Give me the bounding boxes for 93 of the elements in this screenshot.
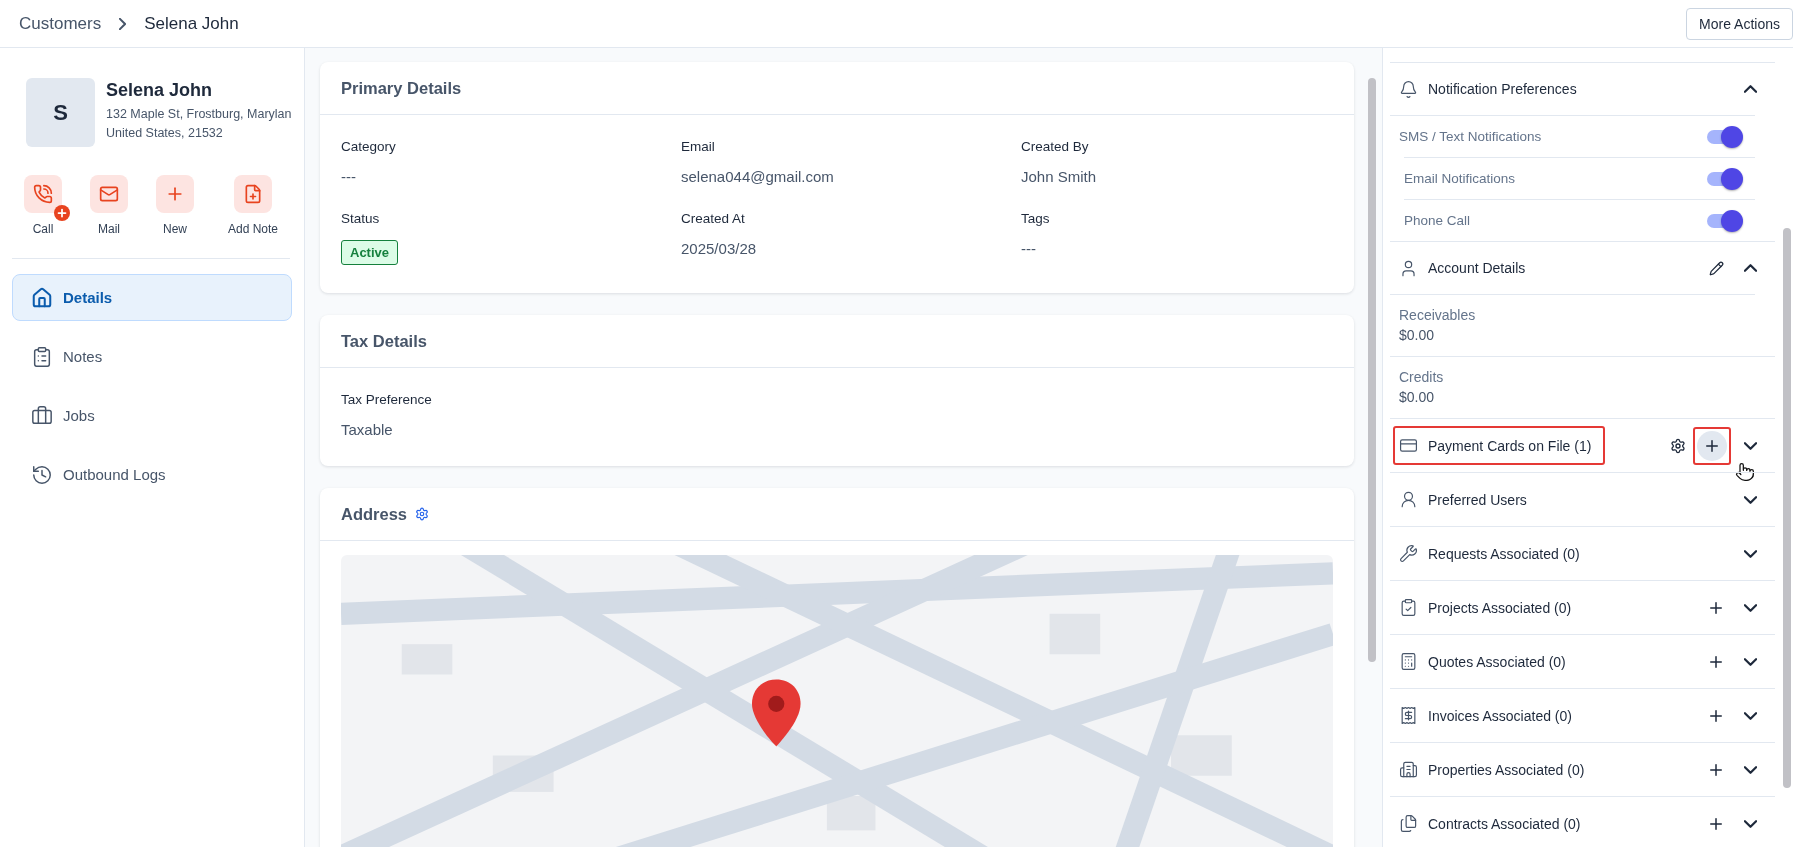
card-title: Tax Details	[341, 331, 427, 351]
section-title: Preferred Users	[1428, 491, 1527, 508]
chevron-down-icon	[1743, 657, 1757, 666]
section-title: Invoices Associated (0)	[1428, 707, 1572, 724]
building-icon	[1399, 760, 1418, 779]
credit-card-icon	[1399, 436, 1418, 455]
field-value: John Smith	[1021, 168, 1097, 185]
chevron-up-icon	[1743, 264, 1757, 272]
action-label: Mail	[98, 222, 120, 236]
chevron-down-icon	[1743, 819, 1757, 828]
nav-item[interactable]: Outbound Logs	[12, 451, 292, 498]
toggle-switch[interactable]	[1707, 209, 1743, 232]
section-title: Requests Associated (0)	[1428, 545, 1580, 562]
nav-label: Notes	[63, 348, 103, 365]
receipt-icon	[1399, 706, 1418, 725]
mail-icon	[99, 184, 119, 204]
toggle-switch[interactable]	[1707, 167, 1743, 190]
address-line: United States, 21532	[106, 125, 224, 142]
section-title: Projects Associated (0)	[1428, 599, 1572, 616]
nav-label: Jobs	[63, 407, 95, 424]
option-label: Email Notifications	[1404, 171, 1517, 186]
chevron-down-icon	[1743, 603, 1757, 612]
field-label: Created By	[1021, 139, 1089, 154]
option-label: SMS / Text Notifications	[1399, 129, 1543, 144]
field-label: Email	[681, 139, 715, 154]
action-label: New	[163, 222, 187, 236]
gear-icon	[1670, 437, 1686, 454]
field-value: Taxable	[341, 421, 393, 438]
field-label: Created At	[681, 211, 745, 226]
action-label: Call	[32, 222, 54, 236]
breadcrumb-link[interactable]: Customers	[19, 13, 102, 34]
stat-value: $0.00	[1399, 389, 1436, 405]
section-title: Notification Preferences	[1428, 81, 1577, 97]
briefcase-icon	[31, 404, 53, 427]
hand-cursor-icon	[1735, 462, 1755, 482]
clipboard-check-icon	[1399, 598, 1418, 617]
phone-icon	[33, 184, 53, 204]
customer-name: Selena John	[106, 80, 214, 101]
avatar: S	[26, 78, 95, 147]
field-value: 2025/03/28	[681, 240, 757, 257]
files-icon	[1399, 814, 1418, 833]
field-label: Tax Preference	[341, 392, 432, 407]
plus-badge-icon	[54, 205, 70, 221]
nav-label: Outbound Logs	[63, 466, 166, 483]
breadcrumb-current: Selena John	[144, 13, 239, 34]
card-title: Primary Details	[341, 78, 462, 98]
field-value: ---	[1021, 240, 1036, 257]
chevron-up-icon	[1743, 85, 1757, 93]
bell-icon	[1399, 79, 1418, 99]
field-label: Tags	[1021, 211, 1050, 226]
history-icon	[31, 463, 53, 486]
status-badge: Active	[341, 240, 399, 265]
field-value: ---	[341, 168, 356, 185]
chevron-down-icon	[1743, 441, 1757, 450]
stat-label: Receivables	[1399, 307, 1477, 323]
action-label: Add Note	[227, 222, 278, 236]
action-button[interactable]	[90, 175, 128, 213]
chevron-down-icon	[1743, 711, 1757, 720]
option-label: Phone Call	[1404, 213, 1472, 228]
nav-label: Details	[63, 289, 113, 306]
nav-item[interactable]: Notes	[12, 333, 292, 380]
pencil-icon	[1708, 260, 1724, 276]
nav-item[interactable]: Jobs	[12, 392, 292, 439]
card-title: Address	[341, 504, 408, 524]
nav-item[interactable]: Details	[12, 274, 292, 321]
calculator-icon	[1399, 652, 1418, 671]
field-label: Category	[341, 139, 396, 154]
user-icon	[1399, 258, 1418, 278]
section-title: Quotes Associated (0)	[1428, 653, 1566, 670]
toggle-switch[interactable]	[1707, 125, 1743, 148]
call-button[interactable]	[24, 175, 62, 213]
chevron-down-icon	[1743, 765, 1757, 774]
more-actions-button[interactable]: More Actions	[1686, 7, 1793, 40]
stat-label: Credits	[1399, 369, 1445, 385]
section-title: Contracts Associated (0)	[1428, 815, 1581, 832]
section-title: Properties Associated (0)	[1428, 761, 1585, 778]
address-line: 132 Maple St, Frostburg, Marylan	[106, 106, 292, 123]
chevron-down-icon	[1743, 495, 1757, 504]
action-button[interactable]	[234, 175, 272, 213]
chevron-down-icon	[1743, 549, 1757, 558]
settings-icon[interactable]	[415, 507, 430, 521]
user-icon	[1399, 490, 1418, 509]
clipboard-icon	[31, 345, 53, 368]
section-title: Payment Cards on File (1)	[1428, 437, 1592, 454]
field-value: selena044@gmail.com	[681, 168, 834, 185]
action-button[interactable]	[156, 175, 194, 213]
home-icon	[31, 286, 53, 309]
file-plus-icon	[243, 184, 263, 204]
wrench-icon	[1399, 544, 1418, 563]
stat-value: $0.00	[1399, 327, 1436, 343]
field-label: Status	[341, 211, 380, 226]
section-title: Account Details	[1428, 260, 1526, 276]
chevron-right-icon	[119, 17, 127, 30]
